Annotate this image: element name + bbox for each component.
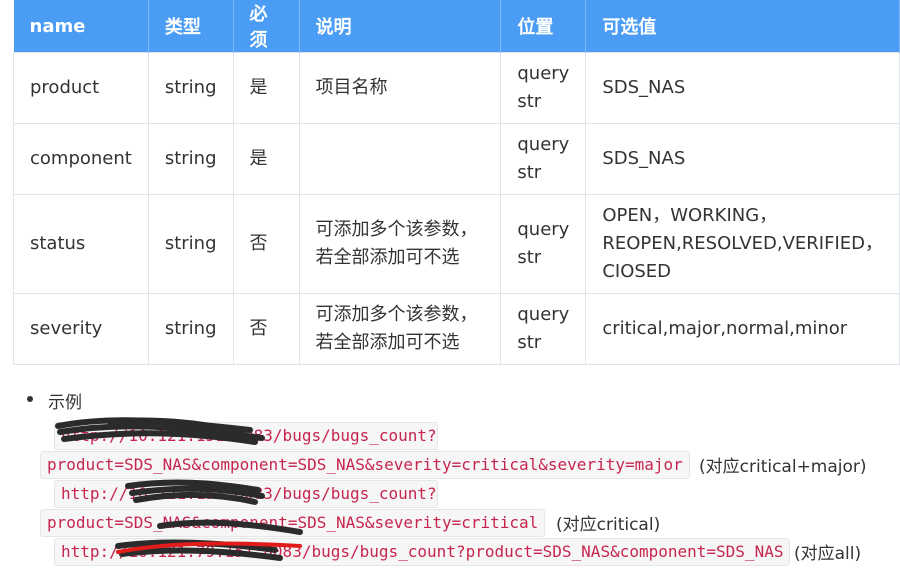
- opt-line: critical,major,normal,minor: [602, 318, 848, 339]
- opt-line: REOPEN,RESOLVED,VERIFIED，: [602, 233, 883, 254]
- desc-line: 可添加多个该参数，: [315, 219, 478, 240]
- header-type: 类型: [148, 0, 234, 53]
- cell-type: string: [147, 194, 234, 294]
- example-note-2: (对应critical): [556, 515, 661, 535]
- cell-name: severity: [13, 293, 149, 365]
- loc-line: query: [517, 63, 570, 84]
- cell-type: string: [147, 293, 234, 365]
- cell-required: 是: [232, 52, 300, 124]
- example-note-3: (对应all): [794, 544, 862, 564]
- example-url-3: http://10.121.79.151:8083/bugs/bugs_coun…: [54, 538, 791, 566]
- loc-line: query: [517, 134, 570, 155]
- example-url-2-line-1: http://10.121.151:8083/bugs/bugs_count?: [54, 480, 438, 508]
- header-description: 说明: [299, 0, 502, 53]
- cell-location: query str: [500, 123, 587, 195]
- cell-location: query str: [500, 293, 587, 365]
- opt-line: CIOSED: [602, 261, 672, 282]
- example-url-1-line-1: http://10.121.151:8083/bugs/bugs_count?: [54, 422, 438, 450]
- desc-line: 可添加多个该参数，: [315, 304, 478, 325]
- cell-description: [298, 123, 502, 195]
- cell-required: 否: [232, 194, 300, 294]
- cell-location: query str: [500, 194, 587, 294]
- opt-line: SDS_NAS: [602, 148, 686, 169]
- loc-line: query: [517, 219, 570, 240]
- loc-line: query: [517, 304, 570, 325]
- cell-location: query str: [500, 52, 587, 124]
- cell-name: product: [13, 52, 149, 124]
- cell-name: status: [13, 194, 149, 294]
- cell-options: OPEN，WORKING， REOPEN,RESOLVED,VERIFIED， CI…: [585, 194, 900, 294]
- cell-name: component: [13, 123, 149, 195]
- example-url-2-line-2: product=SDS_NAS&component=SDS_NAS&severi…: [40, 509, 546, 537]
- opt-line: OPEN，WORKING，: [602, 205, 778, 226]
- cell-options: SDS_NAS: [585, 52, 900, 124]
- header-name: name: [13, 0, 149, 53]
- cell-description: 可添加多个该参数， 若全部添加可不选: [298, 194, 502, 294]
- table-row: severity string 否 可添加多个该参数， 若全部添加可不选 quer…: [13, 293, 900, 365]
- table-header-row: name 类型 必须 说明 位置 可选值: [13, 0, 900, 53]
- example-note-1: (对应critical+major): [699, 457, 867, 477]
- loc-line: str: [517, 332, 542, 353]
- cell-description: 项目名称: [298, 52, 502, 124]
- table-row: status string 否 可添加多个该参数， 若全部添加可不选 query s…: [13, 194, 900, 294]
- bullet-icon: [27, 396, 33, 402]
- cell-required: 是: [232, 123, 300, 195]
- header-options: 可选值: [585, 0, 900, 53]
- parameter-table: name 类型 必须 说明 位置 可选值 product string 是 项目…: [13, 0, 900, 365]
- table-row: product string 是 项目名称 query str SDS_NAS: [13, 52, 900, 124]
- desc-line: 项目名称: [315, 77, 388, 98]
- desc-line: 若全部添加可不选: [315, 247, 460, 268]
- cell-options: SDS_NAS: [585, 123, 900, 195]
- loc-line: str: [517, 162, 542, 183]
- cell-description: 可添加多个该参数， 若全部添加可不选: [298, 293, 502, 365]
- header-location: 位置: [500, 0, 587, 53]
- loc-line: str: [517, 91, 542, 112]
- desc-line: 若全部添加可不选: [315, 332, 460, 353]
- example-url-1-line-2: product=SDS_NAS&component=SDS_NAS&severi…: [40, 451, 690, 479]
- cell-required: 否: [232, 293, 300, 365]
- loc-line: str: [517, 247, 542, 268]
- cell-options: critical,major,normal,minor: [585, 293, 900, 365]
- table-row: component string 是 query str SDS_NAS: [13, 123, 900, 195]
- header-required: 必须: [233, 0, 300, 53]
- example-label: 示例: [48, 393, 82, 413]
- cell-type: string: [147, 52, 234, 124]
- opt-line: SDS_NAS: [602, 77, 686, 98]
- cell-type: string: [147, 123, 234, 195]
